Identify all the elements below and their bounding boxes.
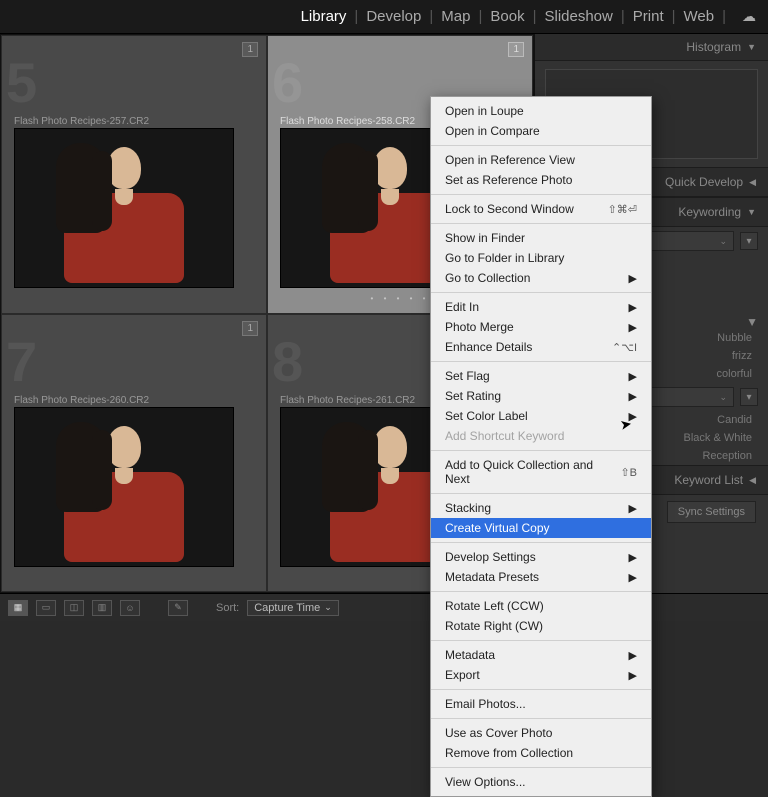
module-picker: Library| Develop| Map| Book| Slideshow| … bbox=[0, 0, 768, 34]
menu-separator bbox=[431, 194, 651, 195]
submenu-arrow-icon: ▶ bbox=[629, 571, 637, 584]
menu-separator bbox=[431, 223, 651, 224]
ctx-item-lock-to-second-window[interactable]: Lock to Second Window⇧⌘⏎ bbox=[431, 199, 651, 219]
cell-index-badge: 1 bbox=[508, 42, 524, 57]
cell-big-number: 6 bbox=[272, 50, 303, 115]
context-menu: Open in LoupeOpen in Compare Open in Refe… bbox=[430, 96, 652, 797]
rating-dots[interactable]: • • • • • bbox=[371, 294, 430, 303]
menu-separator bbox=[431, 145, 651, 146]
submenu-arrow-icon: ▶ bbox=[629, 301, 637, 314]
chevron-down-icon: ▼ bbox=[747, 207, 756, 217]
submenu-arrow-icon: ▶ bbox=[629, 649, 637, 662]
module-web[interactable]: Web bbox=[684, 8, 715, 25]
ctx-item-open-in-reference-view[interactable]: Open in Reference View bbox=[431, 150, 651, 170]
ctx-item-open-in-compare[interactable]: Open in Compare bbox=[431, 121, 651, 141]
ctx-item-view-options[interactable]: View Options... bbox=[431, 772, 651, 792]
menu-separator bbox=[431, 689, 651, 690]
loupe-view-icon[interactable]: ▭ bbox=[36, 600, 56, 616]
grid-cell-5[interactable]: 1 5 Flash Photo Recipes-257.CR2 bbox=[1, 35, 267, 314]
menu-separator bbox=[431, 450, 651, 451]
ctx-item-set-color-label[interactable]: Set Color Label▶ bbox=[431, 406, 651, 426]
keyword-picker-button[interactable]: ▾ bbox=[740, 232, 758, 250]
menu-separator bbox=[431, 591, 651, 592]
menu-separator bbox=[431, 361, 651, 362]
ctx-item-add-to-quick-collection-and-next[interactable]: Add to Quick Collection and Next⇧B bbox=[431, 455, 651, 489]
submenu-arrow-icon: ▶ bbox=[629, 502, 637, 515]
painter-icon[interactable]: ✎ bbox=[168, 600, 188, 616]
ctx-item-export[interactable]: Export▶ bbox=[431, 665, 651, 685]
ctx-item-create-virtual-copy[interactable]: Create Virtual Copy bbox=[431, 518, 651, 538]
chevron-right-icon: ◀ bbox=[749, 475, 756, 486]
dropdown-icon: ⌄ bbox=[719, 392, 727, 403]
menu-separator bbox=[431, 767, 651, 768]
module-library[interactable]: Library bbox=[301, 8, 347, 25]
survey-view-icon[interactable]: ▥ bbox=[92, 600, 112, 616]
thumbnail[interactable] bbox=[14, 407, 234, 567]
sort-label: Sort: bbox=[216, 602, 239, 614]
module-develop[interactable]: Develop bbox=[366, 8, 421, 25]
submenu-arrow-icon: ▶ bbox=[629, 321, 637, 334]
people-view-icon[interactable]: ☺ bbox=[120, 600, 140, 616]
ctx-item-enhance-details[interactable]: Enhance Details⌃⌥I bbox=[431, 337, 651, 357]
ctx-item-stacking[interactable]: Stacking▶ bbox=[431, 498, 651, 518]
cell-big-number: 5 bbox=[6, 50, 37, 115]
submenu-arrow-icon: ▶ bbox=[629, 669, 637, 682]
ctx-item-metadata-presets[interactable]: Metadata Presets▶ bbox=[431, 567, 651, 587]
keyword-set-picker[interactable]: ▾ bbox=[740, 388, 758, 406]
ctx-item-edit-in[interactable]: Edit In▶ bbox=[431, 297, 651, 317]
library-toolbar: ▦ ▭ ◫ ▥ ☺ ✎ Sort: Capture Time⌄ bbox=[0, 593, 768, 621]
menu-separator bbox=[431, 493, 651, 494]
submenu-arrow-icon: ▶ bbox=[629, 272, 637, 285]
sort-select[interactable]: Capture Time⌄ bbox=[247, 600, 339, 616]
cell-filename: Flash Photo Recipes-258.CR2 bbox=[280, 116, 415, 127]
ctx-item-show-in-finder[interactable]: Show in Finder bbox=[431, 228, 651, 248]
mouse-cursor-icon: ➤ bbox=[619, 415, 634, 434]
cell-filename: Flash Photo Recipes-260.CR2 bbox=[14, 395, 149, 406]
sync-settings-button[interactable]: Sync Settings bbox=[667, 501, 756, 523]
ctx-item-rotate-right-cw[interactable]: Rotate Right (CW) bbox=[431, 616, 651, 636]
menu-separator bbox=[431, 640, 651, 641]
module-print[interactable]: Print bbox=[633, 8, 664, 25]
cloud-sync-icon[interactable]: ☁ bbox=[742, 8, 756, 25]
compare-view-icon[interactable]: ◫ bbox=[64, 600, 84, 616]
module-book[interactable]: Book bbox=[490, 8, 524, 25]
ctx-item-set-rating[interactable]: Set Rating▶ bbox=[431, 386, 651, 406]
cell-filename: Flash Photo Recipes-257.CR2 bbox=[14, 116, 149, 127]
dropdown-icon: ⌄ bbox=[719, 236, 727, 247]
ctx-item-metadata[interactable]: Metadata▶ bbox=[431, 645, 651, 665]
ctx-item-develop-settings[interactable]: Develop Settings▶ bbox=[431, 547, 651, 567]
panel-histogram-header[interactable]: Histogram ▼ bbox=[535, 34, 768, 61]
grid-view-icon[interactable]: ▦ bbox=[8, 600, 28, 616]
ctx-item-set-flag[interactable]: Set Flag▶ bbox=[431, 366, 651, 386]
ctx-item-remove-from-collection[interactable]: Remove from Collection bbox=[431, 743, 651, 763]
module-slideshow[interactable]: Slideshow bbox=[544, 8, 612, 25]
submenu-arrow-icon: ▶ bbox=[629, 390, 637, 403]
module-map[interactable]: Map bbox=[441, 8, 470, 25]
cell-filename: Flash Photo Recipes-261.CR2 bbox=[280, 395, 415, 406]
menu-separator bbox=[431, 292, 651, 293]
cell-index-badge: 1 bbox=[242, 42, 258, 57]
ctx-item-open-in-loupe[interactable]: Open in Loupe bbox=[431, 101, 651, 121]
ctx-item-use-as-cover-photo[interactable]: Use as Cover Photo bbox=[431, 723, 651, 743]
menu-separator bbox=[431, 542, 651, 543]
ctx-item-go-to-folder-in-library[interactable]: Go to Folder in Library bbox=[431, 248, 651, 268]
ctx-item-set-as-reference-photo[interactable]: Set as Reference Photo bbox=[431, 170, 651, 190]
chevron-down-icon[interactable]: ▼ bbox=[746, 315, 758, 329]
cell-index-badge: 1 bbox=[242, 321, 258, 336]
ctx-item-photo-merge[interactable]: Photo Merge▶ bbox=[431, 317, 651, 337]
histogram-label: Histogram bbox=[686, 40, 741, 54]
submenu-arrow-icon: ▶ bbox=[629, 370, 637, 383]
ctx-item-rotate-left-ccw[interactable]: Rotate Left (CCW) bbox=[431, 596, 651, 616]
ctx-item-go-to-collection[interactable]: Go to Collection▶ bbox=[431, 268, 651, 288]
cell-big-number: 8 bbox=[272, 329, 303, 394]
chevron-right-icon: ◀ bbox=[749, 177, 756, 188]
ctx-item-add-shortcut-keyword: Add Shortcut Keyword bbox=[431, 426, 651, 446]
chevron-down-icon: ▼ bbox=[747, 42, 756, 52]
menu-separator bbox=[431, 718, 651, 719]
thumbnail[interactable] bbox=[14, 128, 234, 288]
submenu-arrow-icon: ▶ bbox=[629, 551, 637, 564]
grid-cell-7[interactable]: 1 7 Flash Photo Recipes-260.CR2 bbox=[1, 314, 267, 593]
cell-big-number: 7 bbox=[6, 329, 37, 394]
ctx-item-email-photos[interactable]: Email Photos... bbox=[431, 694, 651, 714]
